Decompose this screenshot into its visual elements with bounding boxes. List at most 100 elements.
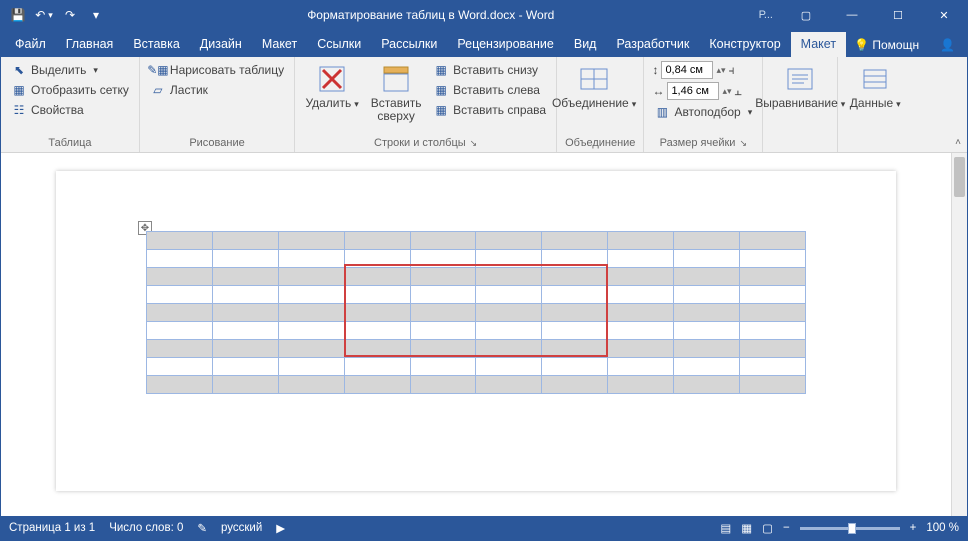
insert-above-button[interactable]: Вставить сверху: [367, 61, 425, 135]
group-alignment-label: [771, 147, 829, 150]
alignment-button[interactable]: Выравнивание: [771, 61, 829, 147]
alignment-label: Выравнивание: [755, 97, 845, 110]
app-window: 💾 ↶ ↷ ▾ Форматирование таблиц в Word.doc…: [0, 0, 968, 541]
close-button[interactable]: ✕: [921, 1, 967, 29]
tab-table-design[interactable]: Конструктор: [699, 32, 790, 57]
status-words[interactable]: Число слов: 0: [109, 522, 183, 534]
tab-developer[interactable]: Разработчик: [606, 32, 699, 57]
quick-access-toolbar: 💾 ↶ ↷ ▾: [1, 4, 113, 26]
zoom-in[interactable]: +: [910, 522, 917, 534]
table-row[interactable]: [147, 358, 806, 376]
eraser-button[interactable]: ▱Ластик: [148, 81, 286, 99]
tab-home[interactable]: Главная: [56, 32, 124, 57]
row-height-field[interactable]: ↕ ▴▾ ⫞: [652, 61, 754, 79]
tab-review[interactable]: Рецензирование: [447, 32, 564, 57]
tell-me[interactable]: 💡 Помощн: [846, 33, 927, 57]
autofit-label: Автоподбор: [674, 105, 740, 119]
data-button[interactable]: Данные: [846, 61, 904, 147]
maximize-button[interactable]: ☐: [875, 1, 921, 29]
insert-right-icon: ▦: [433, 102, 449, 118]
tab-references[interactable]: Ссылки: [307, 32, 371, 57]
cellsize-launcher[interactable]: ↘: [735, 138, 747, 148]
document-scroll[interactable]: ✥: [1, 153, 951, 516]
view-gridlines-button[interactable]: ▦Отобразить сетку: [9, 81, 131, 99]
word-table[interactable]: [146, 231, 806, 394]
table-row[interactable]: [147, 268, 806, 286]
save-button[interactable]: 💾: [7, 4, 29, 26]
merge-button[interactable]: Объединение: [565, 61, 623, 135]
spinner-icon[interactable]: ▴▾: [722, 86, 731, 97]
zoom-out[interactable]: −: [783, 522, 790, 534]
table-row[interactable]: [147, 304, 806, 322]
insert-below-label: Вставить снизу: [453, 63, 538, 77]
tab-design[interactable]: Дизайн: [190, 32, 252, 57]
spinner-icon[interactable]: ▴▾: [716, 65, 725, 76]
col-width-input[interactable]: [667, 82, 719, 100]
ribbon-tabs: Файл Главная Вставка Дизайн Макет Ссылки…: [1, 29, 967, 57]
status-proofing[interactable]: ✎: [197, 521, 207, 535]
view-read-mode[interactable]: ▤: [720, 521, 731, 535]
delete-icon: [316, 63, 348, 95]
insert-left-icon: ▦: [433, 82, 449, 98]
undo-button[interactable]: ↶: [33, 4, 55, 26]
distribute-rows-icon[interactable]: ⫞: [728, 63, 734, 78]
insert-left-button[interactable]: ▦Вставить слева: [431, 81, 548, 99]
table-row[interactable]: [147, 376, 806, 394]
redo-button[interactable]: ↷: [59, 4, 81, 26]
delete-button[interactable]: Удалить: [303, 61, 361, 135]
delete-label: Удалить: [305, 97, 358, 110]
vertical-scrollbar[interactable]: [951, 153, 967, 516]
insert-below-button[interactable]: ▦Вставить снизу: [431, 61, 548, 79]
properties-button[interactable]: ☷Свойства: [9, 101, 131, 119]
tab-view[interactable]: Вид: [564, 32, 607, 57]
share-button[interactable]: 👤: [932, 33, 963, 57]
merge-icon: [578, 63, 610, 95]
status-macro[interactable]: ▶: [276, 521, 285, 535]
account-name[interactable]: Р...: [749, 9, 783, 21]
table-row[interactable]: [147, 232, 806, 250]
table-row[interactable]: [147, 286, 806, 304]
group-table-label: Таблица: [9, 135, 131, 150]
gridlines-label: Отобразить сетку: [31, 83, 129, 97]
group-draw: ✎▦Нарисовать таблицу ▱Ластик Рисование: [140, 57, 295, 152]
qat-customize[interactable]: ▾: [85, 4, 107, 26]
scrollbar-thumb[interactable]: [954, 157, 965, 197]
draw-table-button[interactable]: ✎▦Нарисовать таблицу: [148, 61, 286, 79]
group-rows-columns-label: Строки и столбцы: [374, 137, 466, 149]
tab-table-layout[interactable]: Макет: [791, 32, 846, 57]
distribute-cols-icon[interactable]: ⫠: [734, 84, 741, 99]
status-page[interactable]: Страница 1 из 1: [9, 522, 95, 534]
table-row[interactable]: [147, 322, 806, 340]
properties-label: Свойства: [31, 103, 84, 117]
view-web-layout[interactable]: ▢: [762, 521, 773, 535]
autofit-button[interactable]: ▥Автоподбор: [652, 103, 754, 121]
group-cell-size: ↕ ▴▾ ⫞ ↔ ▴▾ ⫠ ▥Автоподбор Размер ячейки↘: [644, 57, 763, 152]
collapse-ribbon[interactable]: ˄: [955, 137, 961, 148]
tab-insert[interactable]: Вставка: [123, 32, 189, 57]
tab-file[interactable]: Файл: [5, 32, 56, 57]
view-print-layout[interactable]: ▦: [741, 521, 752, 535]
table-row[interactable]: [147, 340, 806, 358]
group-data-label: [846, 147, 904, 150]
row-height-input[interactable]: [661, 61, 713, 79]
document-area: ✥: [1, 153, 967, 516]
tab-mailings[interactable]: Рассылки: [371, 32, 447, 57]
insert-right-button[interactable]: ▦Вставить справа: [431, 101, 548, 119]
zoom-thumb[interactable]: [848, 523, 856, 534]
title-bar: 💾 ↶ ↷ ▾ Форматирование таблиц в Word.doc…: [1, 1, 967, 29]
window-controls: ▢ — ☐ ✕: [783, 1, 967, 29]
group-draw-label: Рисование: [148, 135, 286, 150]
table-row[interactable]: [147, 250, 806, 268]
merge-label: Объединение: [552, 97, 636, 110]
eraser-icon: ▱: [150, 82, 166, 98]
tab-layout[interactable]: Макет: [252, 32, 307, 57]
minimize-button[interactable]: —: [829, 1, 875, 29]
rows-cols-launcher[interactable]: ↘: [466, 138, 478, 148]
zoom-slider[interactable]: [800, 527, 900, 530]
col-width-field[interactable]: ↔ ▴▾ ⫠: [652, 82, 754, 100]
zoom-level[interactable]: 100 %: [926, 522, 959, 534]
select-button[interactable]: ⬉Выделить: [9, 61, 131, 79]
insert-above-label: Вставить сверху: [369, 97, 423, 123]
status-language[interactable]: русский: [221, 522, 262, 534]
ribbon-display-options[interactable]: ▢: [783, 1, 829, 29]
